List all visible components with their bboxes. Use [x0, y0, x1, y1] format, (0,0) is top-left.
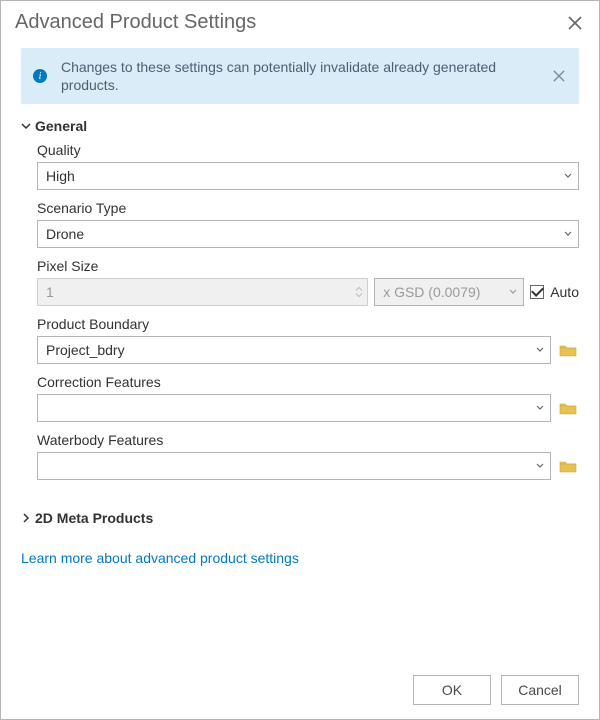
dialog-footer: OK Cancel — [1, 663, 599, 719]
content-area: General Quality High Scenario Type Drone — [1, 112, 599, 663]
section-title-2d-meta: 2D Meta Products — [35, 510, 153, 526]
waterbody-features-dropdown[interactable] — [37, 452, 551, 480]
titlebar: Advanced Product Settings — [1, 1, 599, 44]
auto-label: Auto — [550, 284, 579, 300]
waterbody-features-field: Waterbody Features — [37, 432, 579, 480]
folder-icon[interactable] — [557, 397, 579, 419]
folder-icon[interactable] — [557, 455, 579, 477]
correction-features-label: Correction Features — [37, 374, 579, 390]
product-boundary-value: Project_bdry — [46, 342, 125, 358]
pixel-size-value: 1 — [46, 284, 54, 300]
scenario-field: Scenario Type Drone — [37, 200, 579, 248]
waterbody-features-label: Waterbody Features — [37, 432, 579, 448]
dialog-title: Advanced Product Settings — [15, 11, 256, 34]
quality-label: Quality — [37, 142, 579, 158]
general-section-body: Quality High Scenario Type Drone — [21, 140, 579, 500]
folder-icon[interactable] — [557, 339, 579, 361]
banner-close-icon[interactable] — [551, 68, 567, 84]
section-header-2d-meta[interactable]: 2D Meta Products — [21, 504, 579, 532]
chevron-down-icon — [536, 462, 544, 470]
chevron-down-icon — [536, 346, 544, 354]
product-boundary-label: Product Boundary — [37, 316, 579, 332]
auto-checkbox[interactable] — [530, 285, 544, 299]
quality-field: Quality High — [37, 142, 579, 190]
info-banner: i Changes to these settings can potentia… — [21, 48, 579, 104]
chevron-down-icon — [509, 288, 517, 296]
product-boundary-dropdown[interactable]: Project_bdry — [37, 336, 551, 364]
ok-button[interactable]: OK — [413, 675, 491, 705]
scenario-dropdown[interactable]: Drone — [37, 220, 579, 248]
chevron-down-icon — [21, 118, 31, 134]
section-header-general[interactable]: General — [21, 112, 579, 140]
gsd-value: x GSD (0.0079) — [383, 284, 480, 300]
pixel-size-label: Pixel Size — [37, 258, 579, 274]
gsd-dropdown: x GSD (0.0079) — [374, 278, 524, 306]
chevron-right-icon — [21, 510, 31, 526]
scenario-value: Drone — [46, 226, 84, 242]
chevron-down-icon — [564, 172, 572, 180]
info-icon: i — [33, 69, 47, 83]
scenario-label: Scenario Type — [37, 200, 579, 216]
stepper-arrows-icon — [355, 287, 363, 298]
correction-features-field: Correction Features — [37, 374, 579, 422]
quality-value: High — [46, 168, 75, 184]
pixel-size-field: Pixel Size 1 x GSD (0.0079) — [37, 258, 579, 306]
cancel-button[interactable]: Cancel — [501, 675, 579, 705]
product-boundary-field: Product Boundary Project_bdry — [37, 316, 579, 364]
correction-features-dropdown[interactable] — [37, 394, 551, 422]
learn-more-link[interactable]: Learn more about advanced product settin… — [21, 550, 299, 566]
chevron-down-icon — [536, 404, 544, 412]
quality-dropdown[interactable]: High — [37, 162, 579, 190]
close-icon[interactable] — [565, 13, 585, 33]
section-title-general: General — [35, 118, 87, 134]
pixel-size-input: 1 — [37, 278, 368, 306]
chevron-down-icon — [564, 230, 572, 238]
info-banner-text: Changes to these settings can potentiall… — [61, 58, 537, 94]
advanced-product-settings-dialog: Advanced Product Settings i Changes to t… — [0, 0, 600, 720]
